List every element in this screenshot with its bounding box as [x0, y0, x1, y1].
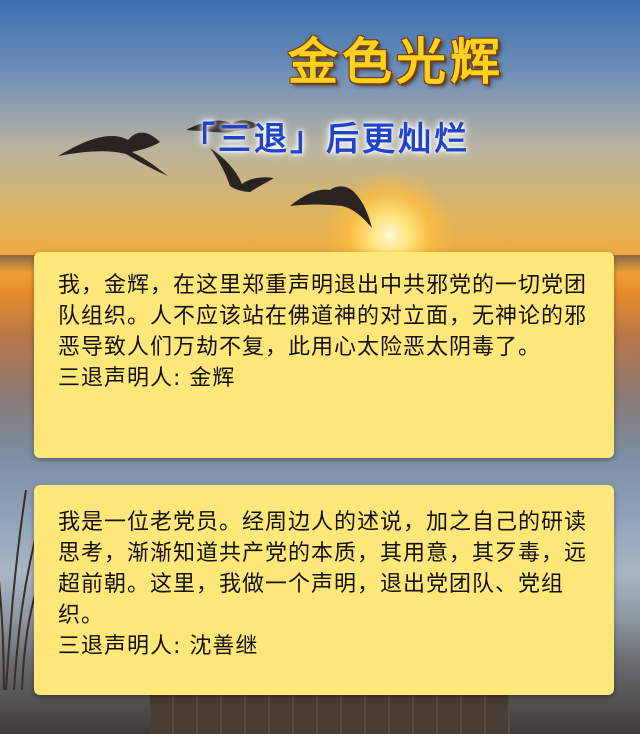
poster-subtitle: 「三退」后更灿烂: [182, 119, 470, 158]
seagull-1: [58, 132, 168, 176]
declaration-text: 我是一位老党员。经周边人的述说，加之自己的研读思考，渐渐知道共产党的本质，其用意…: [58, 510, 588, 628]
declaration-signature: 三退声明人: 沈善继: [58, 634, 259, 659]
poster: 金色光辉 「三退」后更灿烂 我，金辉，在这里郑重声明退出中共邪党的一切党团队组织…: [0, 0, 640, 734]
declaration-signature: 三退声明人: 金辉: [58, 366, 236, 391]
declaration-card: 我是一位老党员。经周边人的述说，加之自己的研读思考，渐渐知道共产党的本质，其用意…: [34, 485, 614, 695]
declaration-text: 我，金辉，在这里郑重声明退出中共邪党的一切党团队组织。人不应该站在佛道神的对立面…: [58, 273, 588, 360]
poster-title: 金色光辉: [288, 33, 504, 91]
seagull-4: [290, 186, 372, 228]
declaration-card: 我，金辉，在这里郑重声明退出中共邪党的一切党团队组织。人不应该站在佛道神的对立面…: [34, 252, 614, 458]
